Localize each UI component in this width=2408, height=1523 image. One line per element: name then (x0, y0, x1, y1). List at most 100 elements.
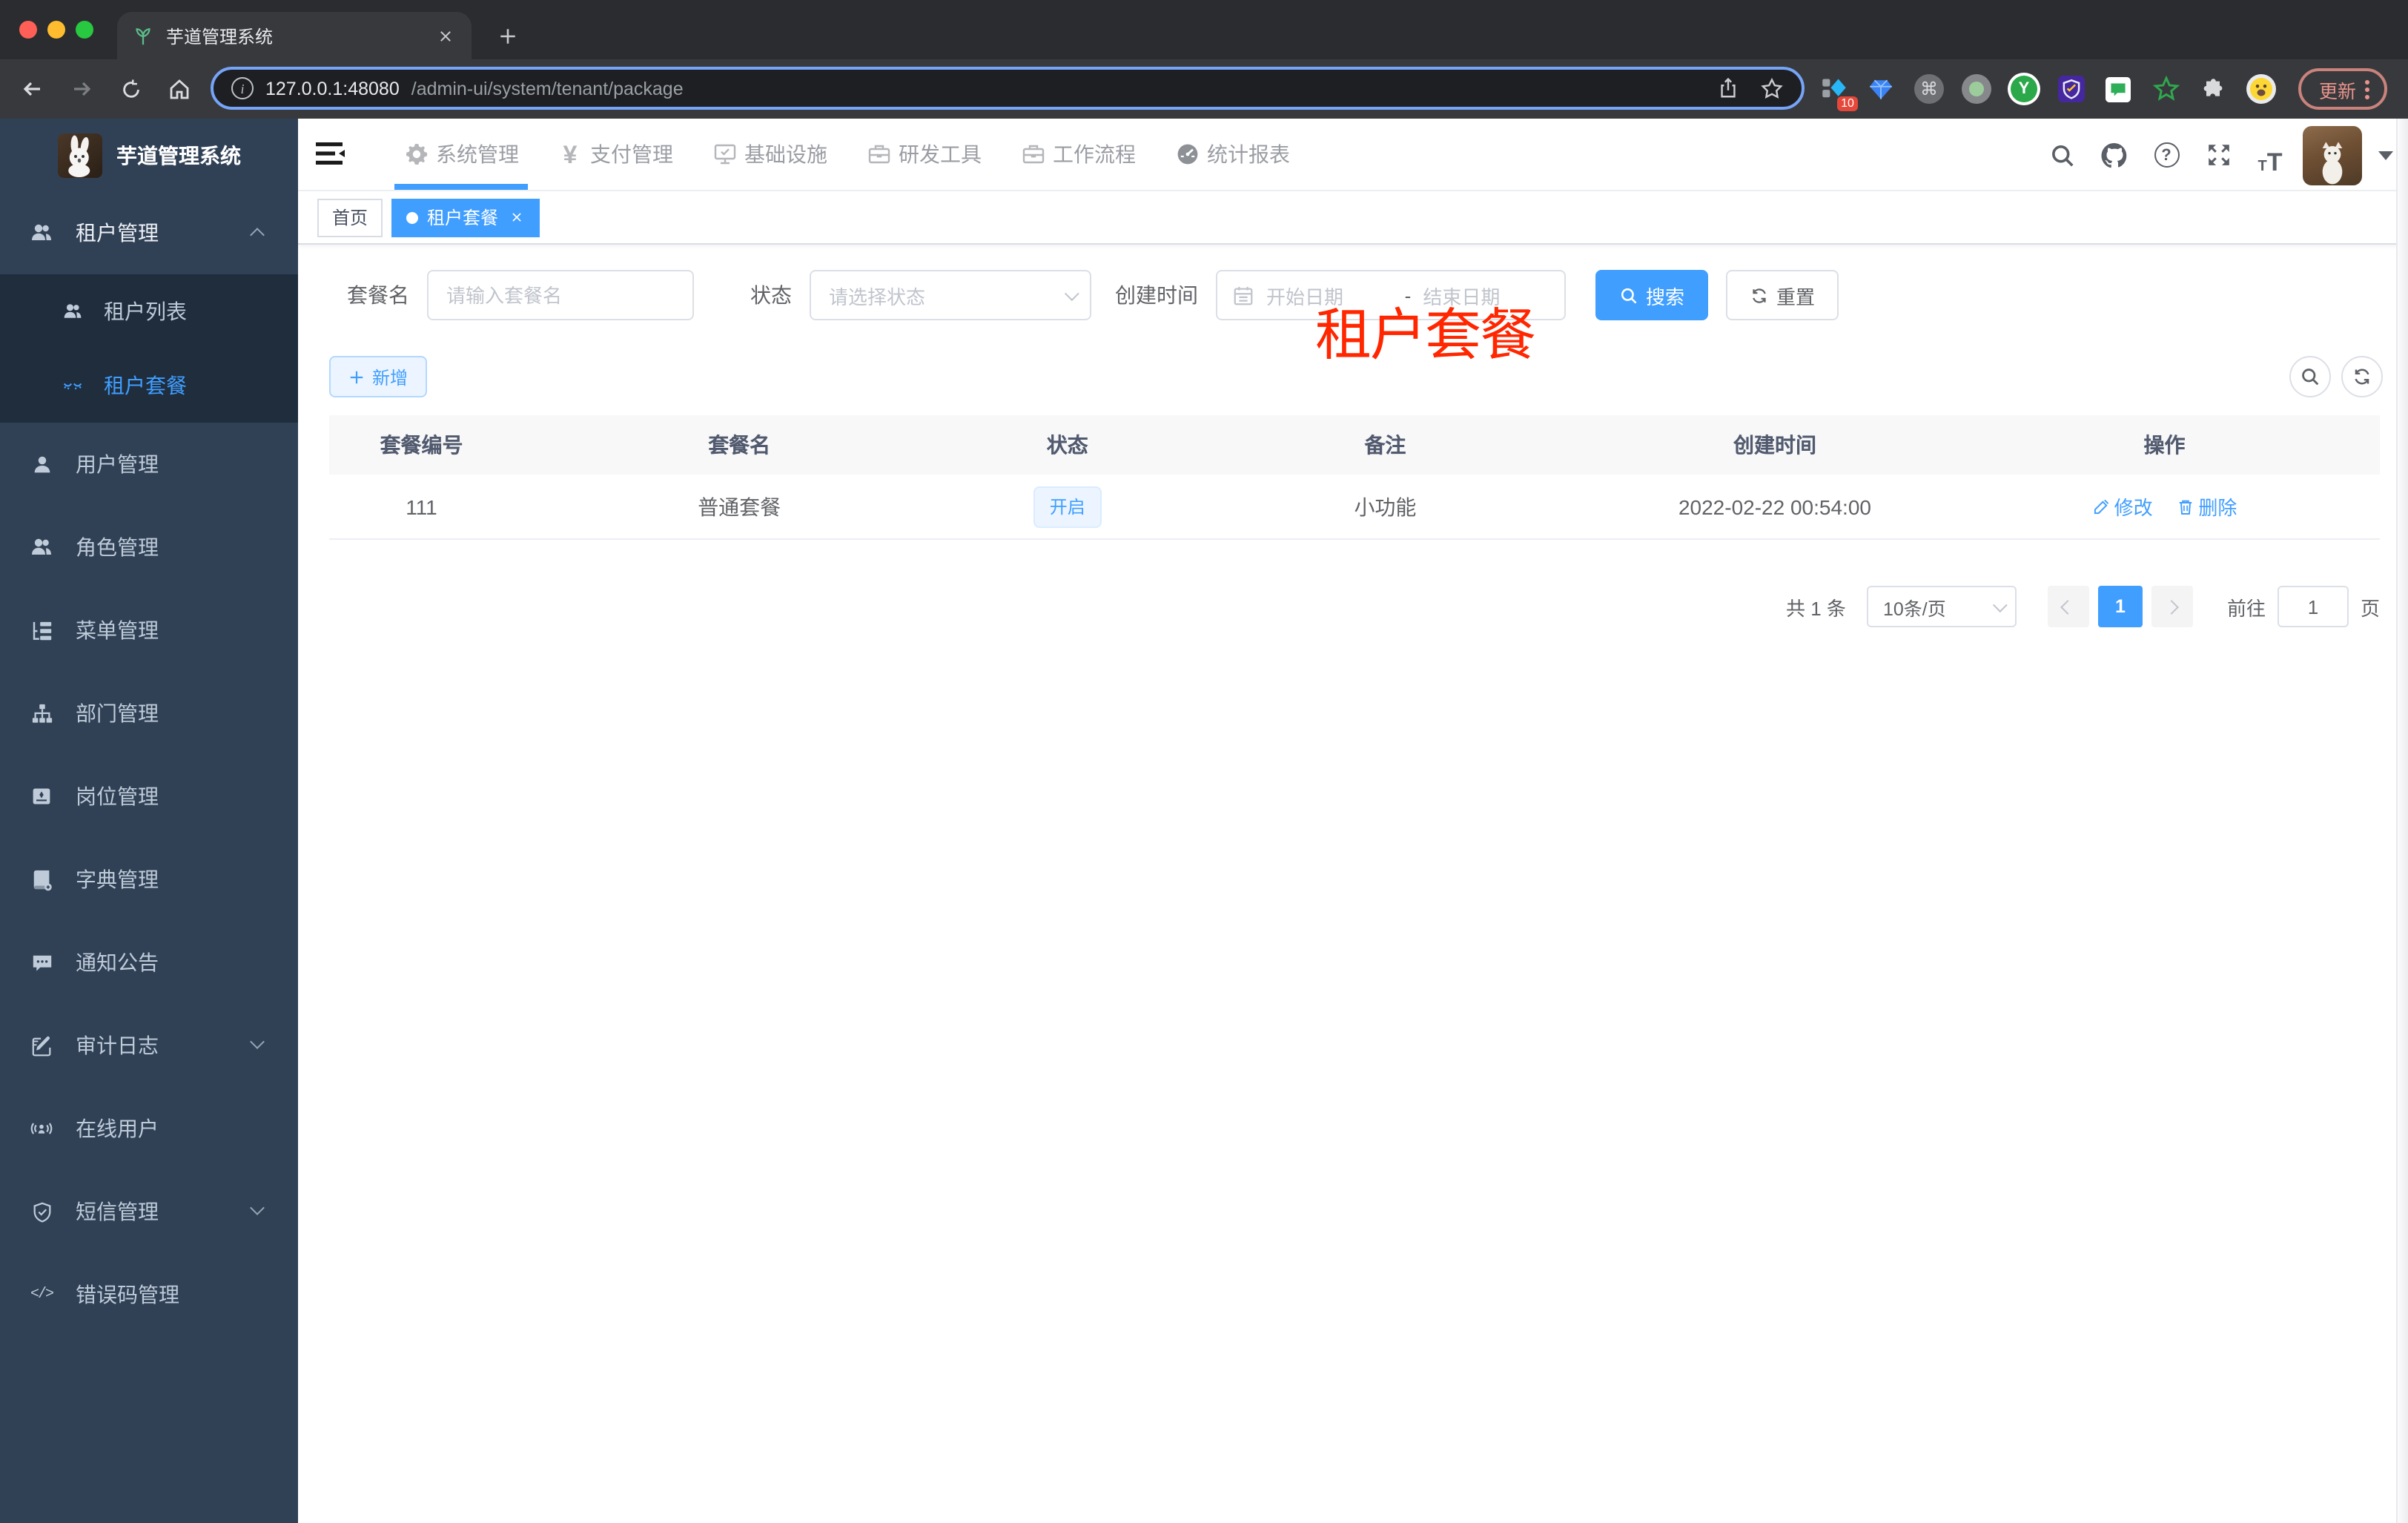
fullscreen-icon[interactable] (2199, 136, 2237, 174)
reset-button[interactable]: 重置 (1726, 270, 1839, 320)
package-name-input-wrap (427, 270, 694, 320)
nav-item-label: 基础设施 (744, 142, 827, 166)
nav-item-workflow[interactable]: 工作流程 (1001, 119, 1155, 190)
sidebar-item-label: 错误码管理 (76, 1283, 179, 1306)
address-bar[interactable]: i 127.0.0.1:48080 /admin-ui/system/tenan… (211, 67, 1805, 110)
shield-check-icon (30, 1200, 53, 1223)
nav-item-reports[interactable]: 统计报表 (1155, 119, 1309, 190)
back-icon[interactable] (15, 71, 50, 107)
sidebar-item-tenant-list[interactable]: 租户列表 (0, 274, 298, 348)
sidebar-item-error-code[interactable]: </> 错误码管理 (0, 1253, 298, 1336)
extension-gem-icon[interactable] (1865, 73, 1898, 105)
tag-label: 租户套餐 (427, 208, 499, 228)
nav-item-infrastructure[interactable]: 基础设施 (692, 119, 847, 190)
sidebar-item-online-users[interactable]: 在线用户 (0, 1087, 298, 1170)
search-icon[interactable] (2043, 136, 2082, 174)
extension-chat-icon[interactable] (2103, 73, 2135, 105)
extension-diamond-icon[interactable]: 10 (1818, 73, 1858, 111)
favicon-sprout-icon (132, 24, 154, 47)
sidebar-item-department-management[interactable]: 部门管理 (0, 672, 298, 755)
next-page-button[interactable] (2151, 586, 2193, 627)
main-area: 系统管理 ¥ 支付管理 基础设施 研发工具 工作流程 统计报表 ? T T 首页… (298, 119, 2408, 1523)
user-avatar[interactable] (2303, 125, 2362, 185)
page-size-select[interactable]: 10条/页 (1866, 586, 2017, 627)
forward-icon[interactable] (64, 71, 99, 107)
sidebar-item-menu-management[interactable]: 菜单管理 (0, 589, 298, 672)
sidebar-item-dict-management[interactable]: 字典管理 (0, 838, 298, 921)
trash-icon (2176, 498, 2194, 515)
goto-label: 前往 (2226, 597, 2266, 619)
extension-command-icon[interactable]: ⌘ (1913, 73, 1945, 105)
extension-y-icon[interactable]: Y (2007, 73, 2040, 105)
cell-created-at: 2022-02-22 00:54:00 (1678, 495, 1871, 518)
sidebar-item-label: 审计日志 (76, 1034, 159, 1057)
extension-record-icon[interactable] (1960, 73, 1993, 105)
refresh-table-button[interactable] (2341, 356, 2383, 397)
column-header: 创建时间 (1733, 433, 1816, 457)
online-signal-icon (30, 1117, 53, 1140)
share-icon[interactable] (1717, 77, 1739, 99)
new-tab-button[interactable] (489, 18, 525, 53)
minimize-window-button[interactable] (47, 21, 65, 39)
tag-tenant-package[interactable]: 租户套餐 (391, 198, 540, 237)
search-button[interactable]: 搜索 (1595, 270, 1709, 320)
sidebar-collapse-icon[interactable] (298, 119, 363, 190)
sidebar-item-tenant-management[interactable]: 租户管理 (0, 191, 298, 274)
status-badge: 开启 (1033, 486, 1102, 527)
sidebar-item-sms-management[interactable]: 短信管理 (0, 1170, 298, 1253)
status-select[interactable]: 请选择状态 (810, 270, 1091, 320)
extension-shield-icon[interactable] (2055, 73, 2088, 105)
sidebar-item-user-management[interactable]: 用户管理 (0, 423, 298, 506)
nav-item-payment[interactable]: ¥ 支付管理 (538, 119, 692, 190)
sidebar-item-audit-log[interactable]: 审计日志 (0, 1004, 298, 1087)
code-icon: </> (30, 1286, 54, 1303)
add-button[interactable]: 新增 (329, 356, 428, 397)
page-unit-label: 页 (2360, 597, 2380, 619)
bookmark-star-icon[interactable] (1760, 76, 1784, 100)
update-label: 更新 (2318, 81, 2356, 102)
create-time-label: 创建时间 (1115, 283, 1198, 307)
github-icon[interactable] (2095, 136, 2134, 174)
monitor-check-icon (712, 142, 737, 167)
home-icon[interactable] (162, 71, 197, 107)
show-search-toggle-button[interactable] (2289, 356, 2331, 397)
close-window-button[interactable] (19, 21, 37, 39)
profile-avatar-icon[interactable] (2245, 73, 2278, 105)
help-icon[interactable]: ? (2147, 136, 2186, 174)
sidebar-item-label: 岗位管理 (76, 784, 159, 808)
sidebar-item-post-management[interactable]: 岗位管理 (0, 755, 298, 838)
nav-item-dev-tools[interactable]: 研发工具 (847, 119, 1001, 190)
chevron-down-icon (1064, 285, 1079, 301)
sidebar-item-label: 字典管理 (76, 868, 159, 891)
package-name-input[interactable] (429, 284, 692, 306)
zoom-window-button[interactable] (76, 21, 93, 39)
prev-page-button[interactable] (2047, 586, 2089, 627)
tab-close-icon[interactable] (433, 24, 457, 47)
edit-link[interactable]: 修改 (2092, 492, 2153, 521)
avatar-caret-icon[interactable] (2378, 151, 2393, 159)
page-scrollbar[interactable] (2396, 119, 2408, 1523)
current-page-button[interactable]: 1 (2097, 586, 2143, 627)
chrome-update-button[interactable]: 更新 (2298, 68, 2387, 110)
goto-page-input[interactable] (2277, 586, 2349, 627)
extension-star-icon[interactable] (2150, 73, 2183, 105)
site-info-icon[interactable]: i (231, 77, 254, 99)
table-row[interactable]: 111 普通套餐 开启 小功能 2022-02-22 00:54:00 修改 删… (329, 475, 2380, 540)
yen-icon: ¥ (563, 140, 578, 168)
font-size-icon[interactable]: TT (2251, 136, 2289, 174)
tag-close-icon[interactable] (507, 208, 525, 226)
sidebar-item-tenant-package[interactable]: 租户套餐 (0, 348, 298, 423)
cell-package-name: 普通套餐 (698, 495, 781, 518)
dashboard-gauge-icon (1174, 142, 1200, 167)
app-logo-row[interactable]: 芋道管理系统 (0, 119, 298, 191)
delete-link[interactable]: 删除 (2176, 492, 2237, 521)
browser-menu-icon[interactable] (2365, 79, 2369, 99)
nav-item-system[interactable]: 系统管理 (384, 119, 538, 190)
sidebar-item-role-management[interactable]: 角色管理 (0, 506, 298, 589)
sidebar-item-notice[interactable]: 通知公告 (0, 921, 298, 1004)
active-dot-icon (406, 211, 419, 223)
reload-icon[interactable] (113, 71, 148, 107)
extensions-puzzle-icon[interactable] (2197, 73, 2230, 105)
tag-home[interactable]: 首页 (317, 198, 383, 237)
browser-tab[interactable]: 芋道管理系统 (117, 12, 472, 59)
